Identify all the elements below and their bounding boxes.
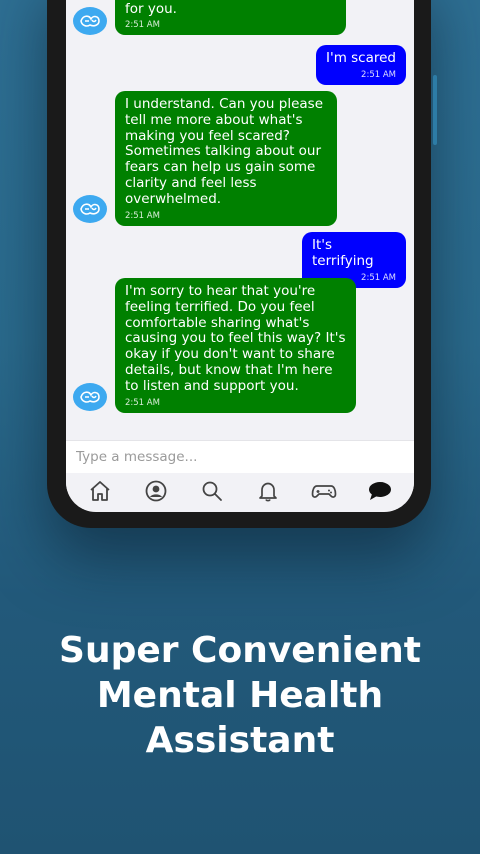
nav-chat[interactable] (366, 478, 394, 504)
message-time: 2:51 AM (361, 69, 396, 80)
message-text: listen and offer any support or resource… (125, 0, 328, 17)
message-text: I'm sorry to hear that you're feeling te… (125, 283, 346, 394)
bot-message: I'm sorry to hear that you're feeling te… (115, 278, 356, 413)
promo-headline: Super Convenient Mental Health Assistant (0, 628, 480, 763)
user-message: I'm scared 2:51 AM (316, 45, 406, 85)
bell-icon (259, 482, 277, 502)
message-input[interactable] (76, 449, 396, 465)
message-text: I understand. Can you please tell me mor… (125, 96, 323, 207)
bot-avatar-icon (73, 195, 107, 223)
nav-profile[interactable] (142, 478, 170, 504)
nav-games[interactable] (310, 478, 338, 504)
profile-icon (145, 480, 167, 502)
bot-avatar-icon (73, 7, 107, 35)
bot-avatar-icon (73, 383, 107, 411)
nav-search[interactable] (198, 478, 226, 504)
gamepad-icon (311, 485, 337, 498)
message-bubble: listen and offer any support or resource… (115, 0, 346, 36)
bot-message: I understand. Can you please tell me mor… (115, 91, 337, 226)
phone-side-button (433, 75, 437, 145)
bottom-nav (66, 473, 414, 509)
promo-line-1: Super Convenient (59, 630, 421, 671)
home-icon (90, 481, 110, 501)
nav-notifications[interactable] (254, 478, 282, 504)
message-bubble: I'm sorry to hear that you're feeling te… (115, 278, 356, 413)
message-text: It's terrifying (312, 237, 374, 269)
promo-line-2: Mental Health (96, 675, 384, 716)
chat-thread[interactable]: listen and offer any support or resource… (66, 0, 414, 440)
message-time: 2:51 AM (125, 20, 160, 31)
search-icon (202, 481, 222, 501)
message-text: I'm scared (326, 50, 396, 66)
phone-screen: listen and offer any support or resource… (66, 0, 414, 512)
nav-home[interactable] (86, 478, 114, 504)
bot-message: listen and offer any support or resource… (115, 0, 346, 36)
promo-line-3: Assistant (145, 720, 335, 761)
message-time: 2:51 AM (125, 210, 160, 221)
message-input-bar (66, 440, 414, 473)
chat-icon (369, 482, 391, 500)
message-time: 2:51 AM (125, 397, 160, 408)
message-bubble: I'm scared 2:51 AM (316, 45, 406, 85)
message-bubble: I understand. Can you please tell me mor… (115, 91, 337, 226)
